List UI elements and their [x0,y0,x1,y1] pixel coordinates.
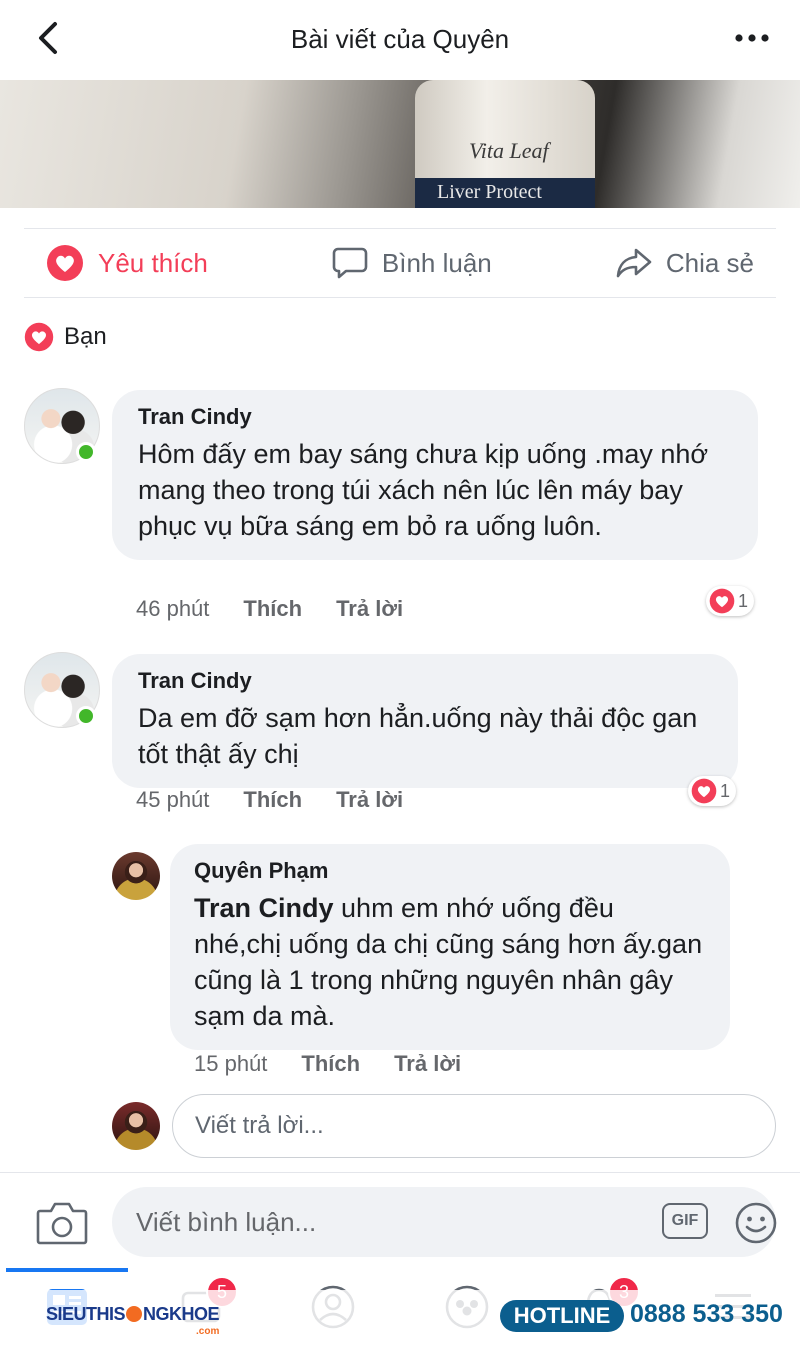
watermark-brand-left: SIEUTHIS [46,1304,126,1324]
watermark-domain: .com [196,1326,220,1337]
emoji-icon[interactable] [734,1201,778,1245]
reply-time: 15 phút [194,1051,268,1076]
watermark-brand-right: NGKHOE [143,1304,220,1324]
reply-author[interactable]: Quyên Phạm [194,858,706,884]
like-label: Yêu thích [98,247,208,278]
comment-bubble-icon [332,247,368,279]
page-title: Bài viết của Quyên [290,23,510,54]
comment-reply-button[interactable]: Trả lời [336,596,403,622]
product-bottle: Vita Leaf Liver Protect [415,80,595,208]
comment-author[interactable]: Tran Cindy [138,404,732,430]
avatar[interactable] [112,852,160,900]
heart-reaction-icon [47,245,83,281]
comment-reply-button[interactable]: Trả lời [336,787,403,813]
like-button[interactable]: Yêu thích [46,244,208,282]
comment-like-button[interactable]: Thích [243,787,302,813]
comment-bubble: Tran Cindy Hôm đấy em bay sáng chưa kịp … [112,390,758,560]
gif-label: GIF [671,1212,699,1229]
online-status-dot [76,706,96,726]
comment-bubble: Tran Cindy Da em đỡ sạm hơn hẳn.uống này… [112,654,738,788]
comment-meta: 45 phút Thích Trả lời [136,787,403,813]
reply-reply-button[interactable]: Trả lời [394,1051,461,1077]
hotline-label: HOTLINE [513,1303,611,1328]
reactions-label: Bạn [64,323,107,350]
comment-text: Da em đỡ sạm hơn hẳn.uống này thải độc g… [138,703,698,769]
comment-composer: Viết bình luận... GIF [0,1172,800,1268]
bottle-brand-label: Vita Leaf [469,138,549,163]
active-tab-indicator [6,1268,128,1272]
back-button[interactable] [28,18,68,58]
online-status-dot [76,442,96,462]
reactions-summary[interactable]: Bạn [24,322,107,352]
share-label: Chia sẻ [665,247,754,278]
camera-icon[interactable] [36,1199,88,1245]
heart-reaction-icon [24,322,54,352]
more-options-button[interactable] [732,20,772,56]
reaction-count: 1 [738,590,749,611]
mention-link[interactable]: Tran Cindy [194,893,334,923]
avatar [112,1102,160,1150]
comment-reaction-badge[interactable]: 1 [688,776,737,806]
reply-text: Tran Cindy uhm em nhớ uống đều nhé,chị u… [194,890,706,1034]
reply-bubble: Quyên Phạm Tran Cindy uhm em nhớ uống đề… [170,844,730,1050]
comment-button[interactable]: Bình luận [332,246,492,280]
plus-logo-icon [126,1306,143,1322]
top-header: Bài viết của Quyên [0,0,800,78]
post-action-bar: Yêu thích Bình luận Chia sẻ [24,228,776,298]
comment-time: 46 phút [136,596,210,621]
watermark-brand: SIEUTHIS NGKHOE [46,1304,220,1325]
heart-reaction-icon [709,588,735,614]
comment-label: Bình luận [381,247,492,278]
hotline-badge: HOTLINE [500,1300,624,1332]
watermark-banner: SIEUTHIS NGKHOE .com HOTLINE 0888 533 350 [0,1290,800,1344]
bottle-product-label: Liver Protect [437,181,542,203]
chevron-left-icon [39,22,57,54]
more-dots-icon [735,34,769,42]
comment-time: 45 phút [136,787,210,812]
share-arrow-icon [616,248,652,278]
post-image[interactable]: Vita Leaf Liver Protect [0,80,800,208]
gif-button[interactable]: GIF [662,1203,708,1239]
comment-author[interactable]: Tran Cindy [138,668,712,694]
comment-reaction-badge[interactable]: 1 [706,586,755,616]
comment-meta: 46 phút Thích Trả lời [136,596,403,622]
reply-meta: 15 phút Thích Trả lời [194,1051,461,1077]
heart-reaction-icon [691,778,717,804]
reply-like-button[interactable]: Thích [301,1051,360,1077]
comment-like-button[interactable]: Thích [243,596,302,622]
hotline-number: 0888 533 350 [630,1300,783,1328]
bottle-label-band: Liver Protect [415,178,595,208]
comment-text: Hôm đấy em bay sáng chưa kịp uống .may n… [138,439,709,541]
comment-input-placeholder: Viết bình luận... [136,1206,317,1237]
reply-input[interactable]: Viết trả lời... [172,1094,776,1158]
share-button[interactable]: Chia sẻ [616,247,754,279]
reaction-count: 1 [720,780,731,801]
